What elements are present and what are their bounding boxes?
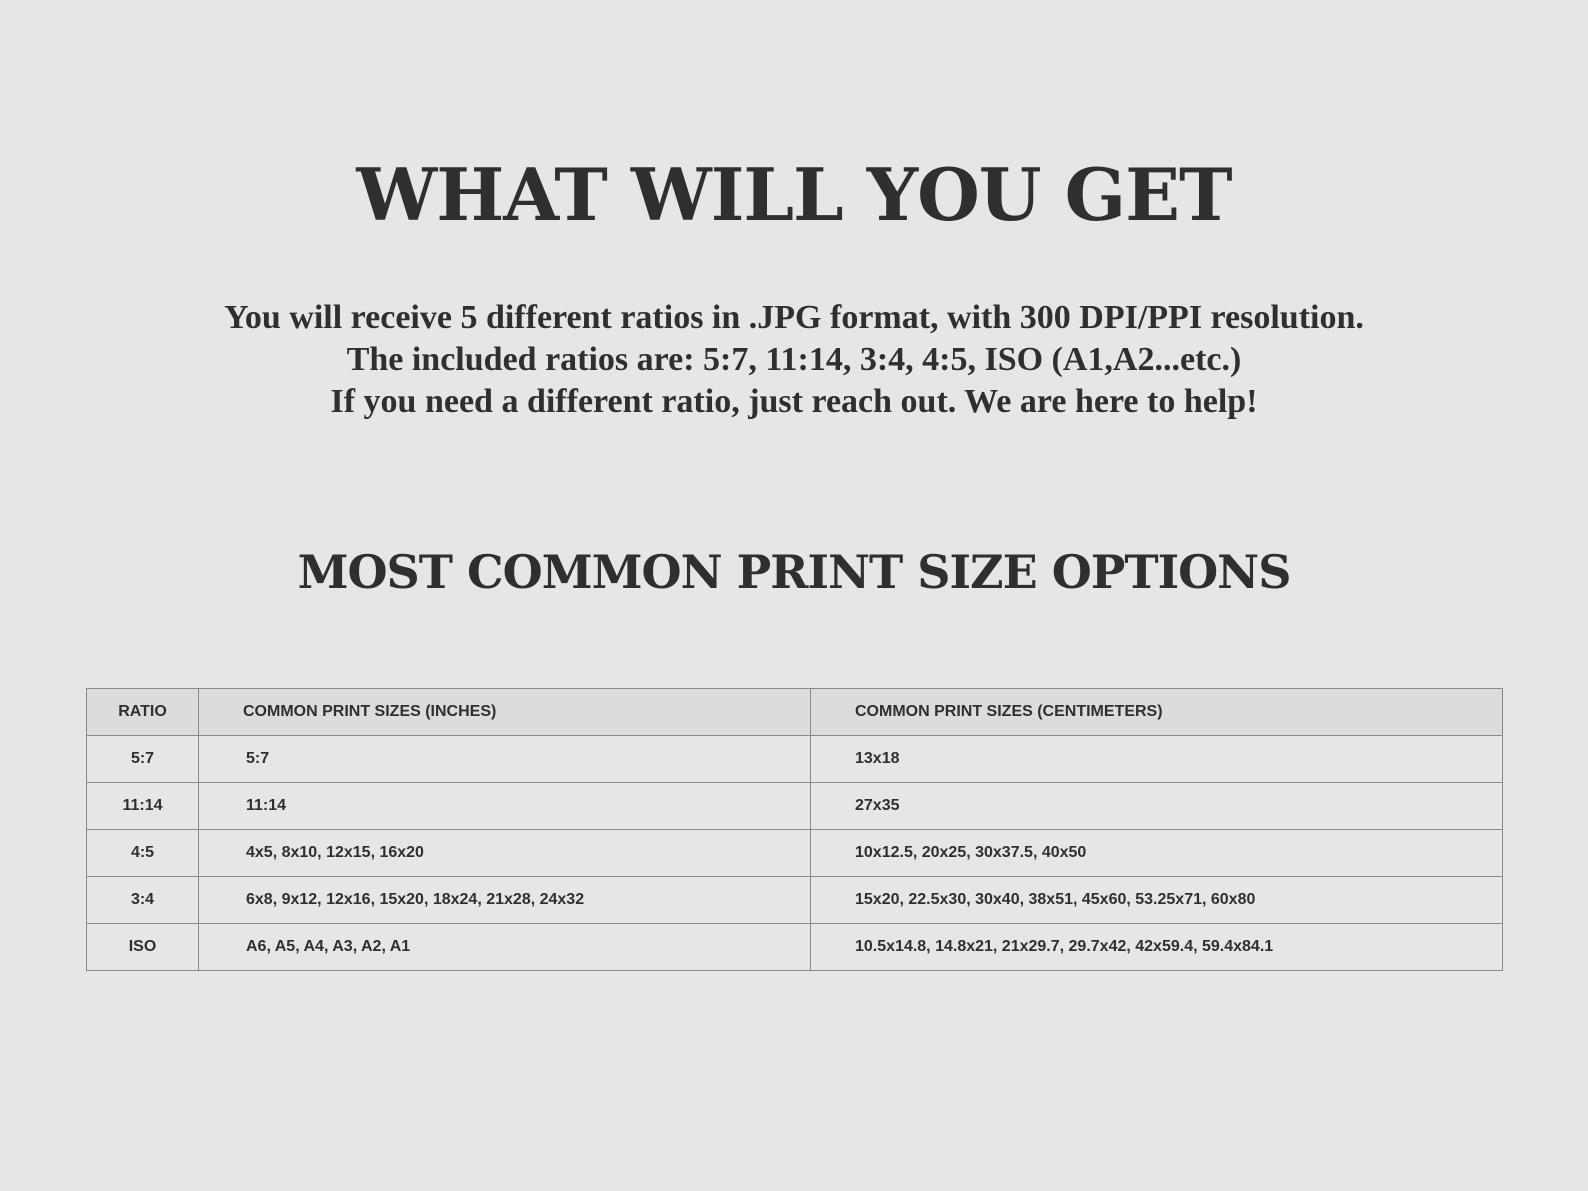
cell-ratio: 4:5: [86, 829, 199, 877]
intro-line-ratios: The included ratios are: 5:7, 11:14, 3:4…: [346, 341, 1242, 378]
cell-centimeters: 27x35: [810, 782, 1503, 830]
header-inches: COMMON PRINT SIZES (INCHES): [198, 688, 811, 736]
cell-ratio: 3:4: [86, 876, 199, 924]
page-title: WHAT WILL YOU GET: [356, 152, 1232, 237]
cell-ratio: 11:14: [86, 782, 199, 830]
header-centimeters: COMMON PRINT SIZES (CENTIMETERS): [810, 688, 1503, 736]
cell-centimeters: 10.5x14.8, 14.8x21, 21x29.7, 29.7x42, 42…: [810, 923, 1503, 971]
intro-text: You will receive 5 different ratios in .…: [0, 297, 1588, 423]
table-row: 11:14 11:14 27x35: [86, 782, 1503, 830]
table-header-row: RATIO COMMON PRINT SIZES (INCHES) COMMON…: [86, 688, 1503, 736]
section-title: MOST COMMON PRINT SIZE OPTIONS: [297, 545, 1292, 599]
table-row: 4:5 4x5, 8x10, 12x15, 16x20 10x12.5, 20x…: [86, 829, 1503, 877]
cell-inches: 4x5, 8x10, 12x15, 16x20: [198, 829, 811, 877]
intro-line-formats: You will receive 5 different ratios in .…: [224, 299, 1364, 336]
print-size-table: RATIO COMMON PRINT SIZES (INCHES) COMMON…: [86, 688, 1503, 971]
table-row: 5:7 5:7 13x18: [86, 735, 1503, 783]
cell-inches: A6, A5, A4, A3, A2, A1: [198, 923, 811, 971]
cell-centimeters: 13x18: [810, 735, 1503, 783]
table-row: 3:4 6x8, 9x12, 12x16, 15x20, 18x24, 21x2…: [86, 876, 1503, 924]
cell-inches: 6x8, 9x12, 12x16, 15x20, 18x24, 21x28, 2…: [198, 876, 811, 924]
cell-inches: 11:14: [198, 782, 811, 830]
cell-ratio: 5:7: [86, 735, 199, 783]
intro-line-help: If you need a different ratio, just reac…: [330, 383, 1258, 420]
table-body: 5:7 5:7 13x18 11:14 11:14 27x35 4:5 4x5,…: [86, 735, 1503, 971]
cell-ratio: ISO: [86, 923, 199, 971]
table-row: ISO A6, A5, A4, A3, A2, A1 10.5x14.8, 14…: [86, 923, 1503, 971]
table-header: RATIO COMMON PRINT SIZES (INCHES) COMMON…: [86, 688, 1503, 736]
cell-inches: 5:7: [198, 735, 811, 783]
header-ratio: RATIO: [86, 688, 199, 736]
cell-centimeters: 15x20, 22.5x30, 30x40, 38x51, 45x60, 53.…: [810, 876, 1503, 924]
cell-centimeters: 10x12.5, 20x25, 30x37.5, 40x50: [810, 829, 1503, 877]
